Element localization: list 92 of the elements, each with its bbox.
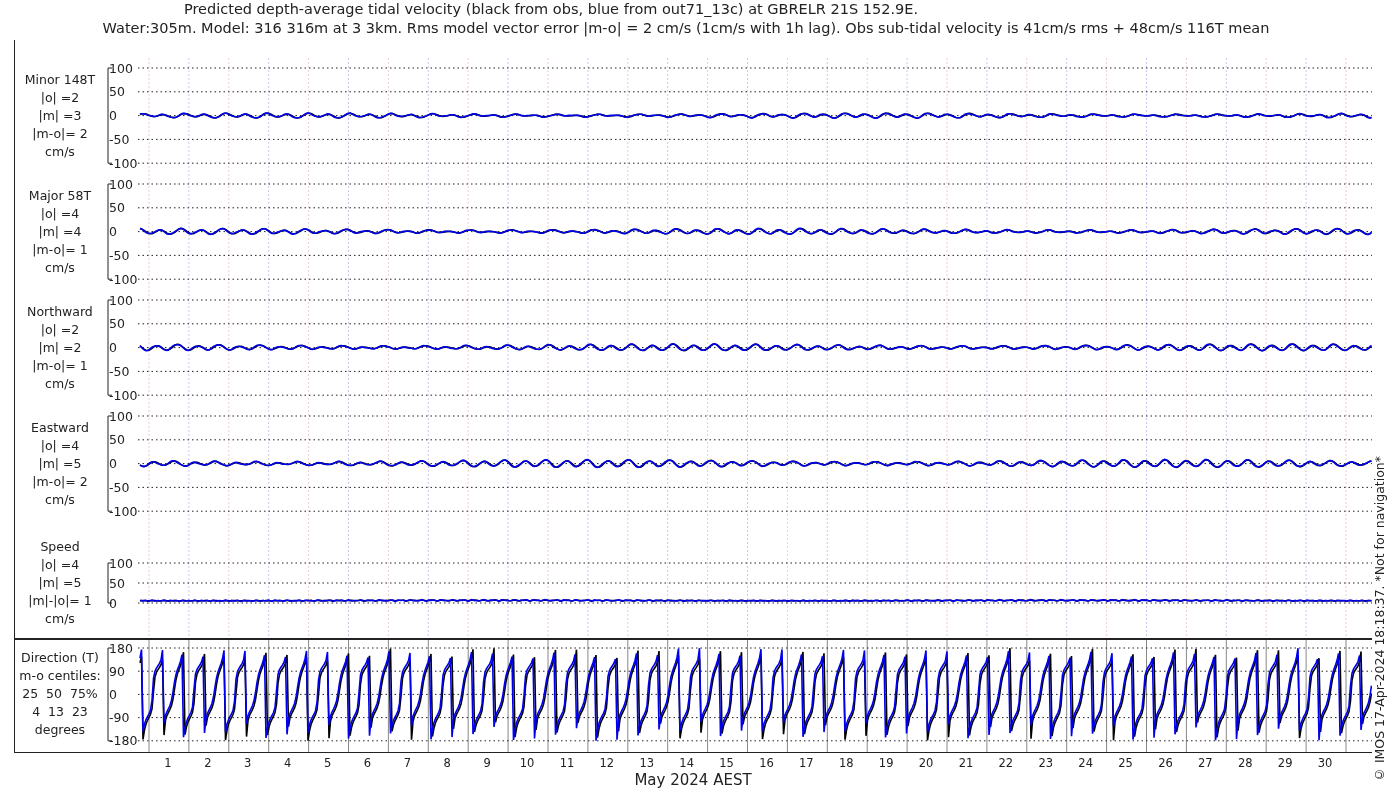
x-tick-label: 16 [759, 756, 774, 770]
y-tick-label: 100 [108, 292, 133, 308]
x-tick-label: 12 [599, 756, 615, 770]
y-tick-label: 0 [108, 224, 117, 240]
panel-label: Direction (T) [21, 649, 99, 668]
y-tick-label: 0 [108, 108, 117, 124]
panel-label: |m-o|= 2 [32, 472, 88, 491]
panel-label: cm/s [45, 374, 75, 393]
x-tick-label: 4 [284, 756, 292, 770]
y-tick-label: 50 [108, 575, 125, 591]
x-tick-label: 26 [1158, 756, 1173, 770]
y-tick-label: -100 [108, 503, 138, 519]
y-tick-label: 100 [108, 176, 133, 192]
panel-label: Eastward [31, 418, 89, 437]
panel-label: |o| =4 [40, 204, 80, 223]
chart-subtitle: Water:305m. Model: 316 316m at 3 3km. Rms model vector error |m-o| = 2 cm/s (1cm/s with 1h lag). Obs sub-tidal velocity is 41cm/s rms + 48cm/s 116T mean [101, 19, 1271, 38]
x-tick-label: 17 [799, 756, 814, 770]
y-tick-label: -100 [108, 155, 138, 171]
y-tick-label: 180 [108, 640, 133, 656]
panel-label: |m-o|= 1 [32, 240, 88, 259]
x-tick-label: 3 [244, 756, 252, 770]
x-tick-label: 5 [323, 756, 332, 770]
y-tick-label: -100 [108, 271, 138, 287]
y-tick-label: -100 [108, 387, 138, 403]
x-tick-label: 18 [838, 756, 854, 770]
y-tick-label: -180 [108, 733, 138, 749]
panel-label: Northward [27, 302, 93, 321]
panel-label: m-o centiles: [19, 667, 101, 686]
x-tick-label: 14 [679, 756, 694, 770]
panel-label: |o| =2 [40, 320, 80, 339]
panel-label: Major 58T [28, 186, 92, 205]
panel-label: |o| =4 [40, 436, 80, 455]
x-tick-label: 13 [639, 756, 655, 770]
panel-label: |m| =4 [38, 222, 82, 241]
x-axis-label: May 2024 AEST [634, 771, 752, 789]
x-tick-label: 24 [1078, 756, 1093, 770]
panel-label: degrees [34, 721, 86, 740]
y-tick-label: 100 [108, 408, 133, 424]
panel-label: Speed [40, 538, 80, 556]
x-tick-label: 23 [1038, 756, 1054, 770]
x-tick-label: 10 [519, 756, 535, 770]
y-tick-label: 50 [108, 316, 125, 332]
y-tick-label: 100 [108, 60, 133, 76]
panel-label: |o| =2 [40, 88, 80, 107]
panel-label: |o| =4 [40, 556, 80, 574]
x-tick-label: 22 [998, 756, 1014, 770]
panel-label: |m| =2 [38, 338, 82, 357]
y-tick-label: -50 [108, 479, 130, 495]
x-tick-label: 29 [1277, 756, 1293, 770]
x-tick-label: 25 [1118, 756, 1133, 770]
panel-label: |m| =3 [38, 106, 82, 125]
panel-label: 25 50 75% [22, 685, 98, 704]
x-tick-label: 2 [204, 756, 212, 770]
y-tick-label: -50 [108, 131, 130, 147]
panel-label: |m-o|= 2 [32, 124, 88, 143]
y-tick-label: 0 [108, 595, 117, 611]
chart-title: Predicted depth-average tidal velocity (black from obs, blue from out71_13c) at GBRELR 21S 152.9E. [182, 0, 920, 19]
x-tick-label: 19 [878, 756, 894, 770]
panel-label: |m| =5 [38, 454, 82, 473]
panel-label: 4 13 23 [32, 703, 88, 722]
panel-label: cm/s [45, 490, 75, 509]
x-tick-label: 30 [1317, 756, 1333, 770]
panel-label: |m-o|= 1 [32, 356, 88, 375]
x-tick-label: 7 [403, 756, 411, 770]
x-tick-label: 21 [958, 756, 974, 770]
x-tick-label: 15 [719, 756, 734, 770]
y-tick-label: 50 [108, 432, 125, 448]
y-tick-label: 0 [108, 340, 117, 356]
y-tick-label: 50 [108, 200, 125, 216]
y-tick-label: -50 [108, 363, 130, 379]
x-tick-label: 6 [363, 756, 372, 770]
y-tick-label: 0 [108, 456, 117, 472]
x-tick-label: 9 [483, 756, 491, 770]
x-tick-label: 27 [1198, 756, 1213, 770]
panel-label: |m| =5 [38, 574, 82, 592]
panel-label: |m|-|o|= 1 [28, 592, 92, 610]
credit-text: © IMOS 17-Apr-2024 18:18:37. *Not for navigation* [1372, 455, 1387, 782]
y-tick-label: -90 [108, 710, 130, 726]
panel-label: cm/s [45, 610, 75, 628]
panel-label: cm/s [45, 142, 75, 161]
y-tick-label: 0 [108, 686, 117, 702]
y-tick-label: -50 [108, 247, 130, 263]
x-tick-label: 8 [443, 756, 451, 770]
y-tick-label: 90 [108, 663, 125, 679]
panel-label: cm/s [45, 258, 75, 277]
x-tick-label: 28 [1237, 756, 1253, 770]
x-tick-label: 20 [918, 756, 934, 770]
y-tick-label: 100 [108, 555, 133, 571]
panel-label: Minor 148T [24, 70, 96, 89]
x-tick-label: 1 [164, 756, 172, 770]
y-tick-label: 50 [108, 84, 125, 100]
x-tick-label: 11 [559, 756, 575, 770]
